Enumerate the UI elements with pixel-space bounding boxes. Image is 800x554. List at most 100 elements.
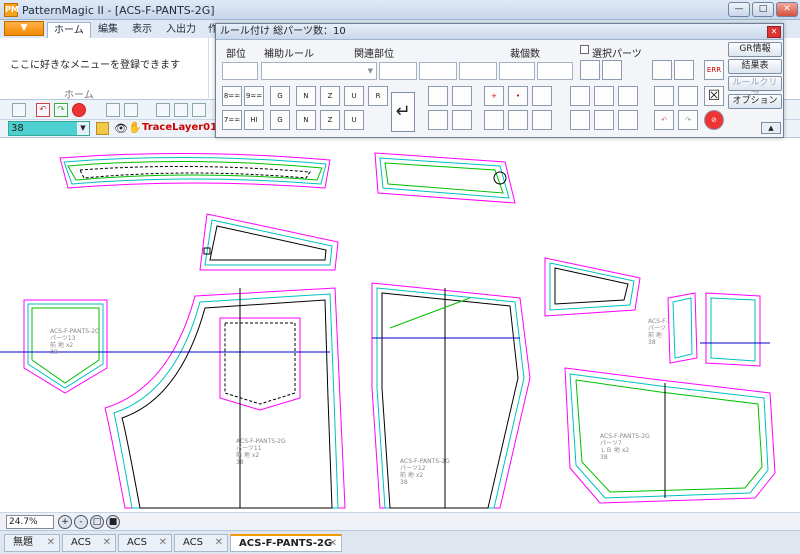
- layer-size-select[interactable]: 38 ▼: [8, 121, 90, 136]
- pattern-piece-waistband[interactable]: [59, 152, 331, 189]
- gr-info-button[interactable]: GR情報: [728, 42, 782, 57]
- stop-icon[interactable]: ⊘: [704, 110, 724, 130]
- rule-u2-icon[interactable]: U: [344, 110, 364, 130]
- close-icon[interactable]: ✕: [47, 535, 55, 551]
- panel-title[interactable]: ルール付け 総パーツ数：10: [216, 24, 783, 40]
- zoom-in-icon[interactable]: +: [58, 515, 72, 529]
- rule-icon-a[interactable]: [580, 60, 600, 80]
- close-button[interactable]: ✕: [776, 2, 798, 17]
- doc-tab[interactable]: 無題 ✕: [4, 534, 60, 552]
- doc-tab[interactable]: ACS ✕: [62, 534, 116, 552]
- quick-access-menu-button[interactable]: ▼: [4, 21, 44, 36]
- close-icon[interactable]: ✕: [215, 535, 223, 551]
- tab-view[interactable]: 表示: [126, 22, 158, 38]
- rule-g2-icon[interactable]: G: [270, 110, 290, 130]
- rule-g-icon[interactable]: G: [270, 86, 290, 106]
- stop-icon[interactable]: [72, 103, 86, 117]
- close-icon[interactable]: ✕: [103, 535, 111, 551]
- tab-edit[interactable]: 編集: [92, 22, 124, 38]
- close-icon[interactable]: ✕: [159, 535, 167, 551]
- related-part-field-2[interactable]: [419, 62, 457, 80]
- doc-tab-active[interactable]: ACS-F-PANTS-2G ✕: [230, 534, 342, 552]
- aux-rule-select[interactable]: ▼: [261, 62, 377, 80]
- document-icon[interactable]: [156, 103, 170, 117]
- point-icon[interactable]: +: [484, 86, 504, 106]
- grade-table-icon[interactable]: [570, 86, 590, 106]
- pattern-piece-yoke[interactable]: [544, 257, 641, 317]
- rule-r-icon[interactable]: R: [368, 86, 388, 106]
- pattern-piece-front-pants[interactable]: [0, 287, 346, 509]
- layer-folder-icon[interactable]: [96, 122, 109, 135]
- related-part-field-4[interactable]: [537, 62, 573, 80]
- related-part-field-1[interactable]: [379, 62, 417, 80]
- part-split-icon[interactable]: [452, 86, 472, 106]
- minimize-button[interactable]: —: [728, 2, 750, 17]
- rule-z2-icon[interactable]: Z: [320, 110, 340, 130]
- axis-icon[interactable]: [618, 110, 638, 130]
- paste-part-icon[interactable]: [452, 110, 472, 130]
- zoom-fit-icon[interactable]: □: [90, 515, 104, 529]
- pattern-drawing[interactable]: ACS-F-PANTS-2G パーツ11 前 地 x2 38 ACS-F-PAN…: [0, 138, 800, 512]
- eye-icon[interactable]: 👁: [114, 122, 128, 135]
- select-frame-icon[interactable]: [106, 103, 120, 117]
- point-move-icon[interactable]: •: [508, 86, 528, 106]
- close-icon[interactable]: ✕: [329, 536, 337, 552]
- pattern-piece-pocket-facing[interactable]: [199, 213, 339, 271]
- pattern-piece-belt-loop[interactable]: [667, 292, 770, 367]
- tab-home[interactable]: ホーム: [47, 22, 91, 38]
- rule-z-icon[interactable]: Z: [320, 86, 340, 106]
- redo-icon[interactable]: ↷: [54, 103, 68, 117]
- enter-icon[interactable]: ↵: [391, 92, 415, 132]
- zoom-all-icon[interactable]: ■: [106, 515, 120, 529]
- export-icon[interactable]: [678, 86, 698, 106]
- grade-list-icon[interactable]: [594, 86, 614, 106]
- undo-icon[interactable]: ↶: [654, 110, 674, 130]
- list-icon[interactable]: [192, 103, 206, 117]
- collapse-panel-button[interactable]: ▲: [761, 122, 781, 134]
- copy-part-icon[interactable]: [428, 110, 448, 130]
- rotate-icon[interactable]: [654, 86, 674, 106]
- edge-icon[interactable]: [532, 110, 552, 130]
- table-icon[interactable]: [174, 103, 188, 117]
- rule-n2-icon[interactable]: N: [296, 110, 316, 130]
- related-part-field-3[interactable]: [459, 62, 497, 80]
- rule-clear-button[interactable]: ルールクリア: [728, 76, 782, 101]
- rule-n-icon[interactable]: N: [296, 86, 316, 106]
- part-view-icon[interactable]: [428, 86, 448, 106]
- zoom-level[interactable]: 24.7%: [6, 515, 54, 529]
- point-grade-icon[interactable]: [532, 86, 552, 106]
- pattern-canvas[interactable]: ACS-F-PANTS-2G パーツ11 前 地 x2 38 ACS-F-PAN…: [0, 138, 800, 512]
- part-field[interactable]: [222, 62, 258, 80]
- error-icon[interactable]: ERR: [704, 60, 724, 80]
- rule-u-icon[interactable]: U: [344, 86, 364, 106]
- custom-menu-hint[interactable]: ここに好きなメニューを登録できます: [10, 56, 180, 71]
- rule-hi-icon[interactable]: HI: [244, 110, 264, 130]
- rule-8-icon[interactable]: 8==: [222, 86, 242, 106]
- rule-7-icon[interactable]: 7==: [222, 110, 242, 130]
- new-file-icon[interactable]: [12, 103, 26, 117]
- selected-parts-checkbox[interactable]: [580, 45, 589, 54]
- cancel-box-icon[interactable]: ☒: [704, 86, 724, 106]
- measure-icon[interactable]: [594, 110, 614, 130]
- doc-tab[interactable]: ACS ✕: [174, 534, 228, 552]
- rule-icon-c[interactable]: [652, 60, 672, 80]
- hand-icon[interactable]: ✋: [128, 121, 142, 134]
- grid-icon[interactable]: [124, 103, 138, 117]
- maximize-button[interactable]: □: [752, 2, 774, 17]
- book-icon[interactable]: [570, 110, 590, 130]
- chevron-down-icon[interactable]: ▼: [77, 122, 89, 135]
- undo-icon[interactable]: ↶: [36, 103, 50, 117]
- cut-count-field[interactable]: [499, 62, 535, 80]
- pattern-piece-back-pants[interactable]: [371, 282, 531, 509]
- tab-io[interactable]: 入出力: [160, 22, 202, 38]
- zoom-out-icon[interactable]: -: [74, 515, 88, 529]
- redo-icon[interactable]: ↷: [678, 110, 698, 130]
- panel-close-button[interactable]: ✕: [767, 26, 781, 38]
- rule-9-icon[interactable]: 9==: [244, 86, 264, 106]
- ruler-icon[interactable]: [618, 86, 638, 106]
- rule-icon-b[interactable]: [602, 60, 622, 80]
- shift-icon[interactable]: [484, 110, 504, 130]
- mirror-icon[interactable]: [508, 110, 528, 130]
- doc-tab[interactable]: ACS ✕: [118, 534, 172, 552]
- option-button[interactable]: オプション: [728, 94, 782, 109]
